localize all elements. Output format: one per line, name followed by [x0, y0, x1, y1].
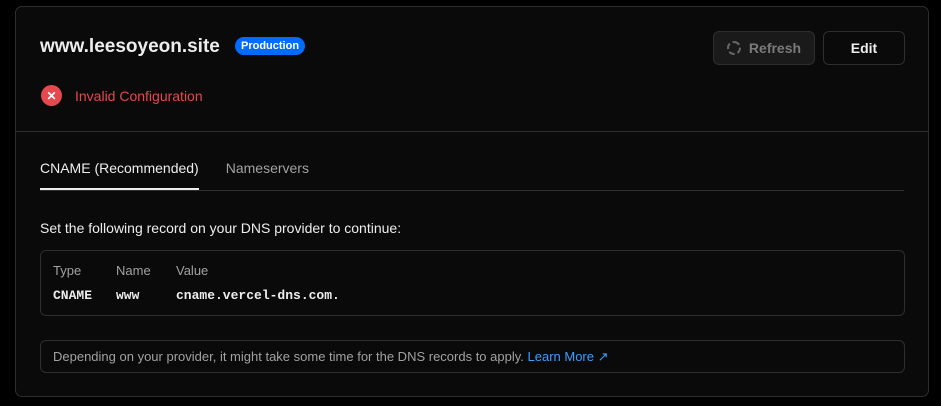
record-tabs: CNAME (Recommended) Nameservers [40, 157, 904, 191]
dns-record-box: Type Name Value CNAME www cname.vercel-d… [40, 250, 905, 316]
instruction-text: Set the following record on your DNS pro… [40, 220, 402, 236]
divider [16, 131, 928, 132]
status-text: Invalid Configuration [75, 87, 203, 104]
refresh-button[interactable]: Refresh [713, 31, 815, 65]
header-name: Name [116, 263, 151, 278]
production-badge: Production [235, 37, 306, 55]
domain-title: www.leesoyeon.site [40, 36, 220, 57]
header-value: Value [176, 263, 209, 278]
header-type: Type [53, 263, 82, 278]
tab-nameservers[interactable]: Nameservers [226, 157, 309, 190]
learn-more-link[interactable]: Learn More ↗ [528, 349, 609, 364]
learn-more-label: Learn More [527, 349, 594, 364]
refresh-label: Refresh [748, 40, 802, 56]
spinner-icon [726, 41, 741, 55]
domain-card: www.leesoyeon.site Production ✕ Invalid … [15, 6, 929, 397]
config-status: ✕ Invalid Configuration [41, 85, 203, 106]
tab-cname[interactable]: CNAME (Recommended) [40, 157, 199, 190]
record-name: www [116, 288, 140, 303]
edit-button[interactable]: Edit [823, 31, 905, 65]
propagation-note: Depending on your provider, it might tak… [40, 340, 905, 373]
record-value[interactable]: cname.vercel-dns.com. [176, 288, 340, 303]
external-link-icon: ↗ [597, 349, 609, 364]
x-circle-icon: ✕ [41, 85, 62, 106]
record-type: CNAME [53, 288, 93, 303]
note-text: Depending on your provider, it might tak… [53, 349, 524, 364]
